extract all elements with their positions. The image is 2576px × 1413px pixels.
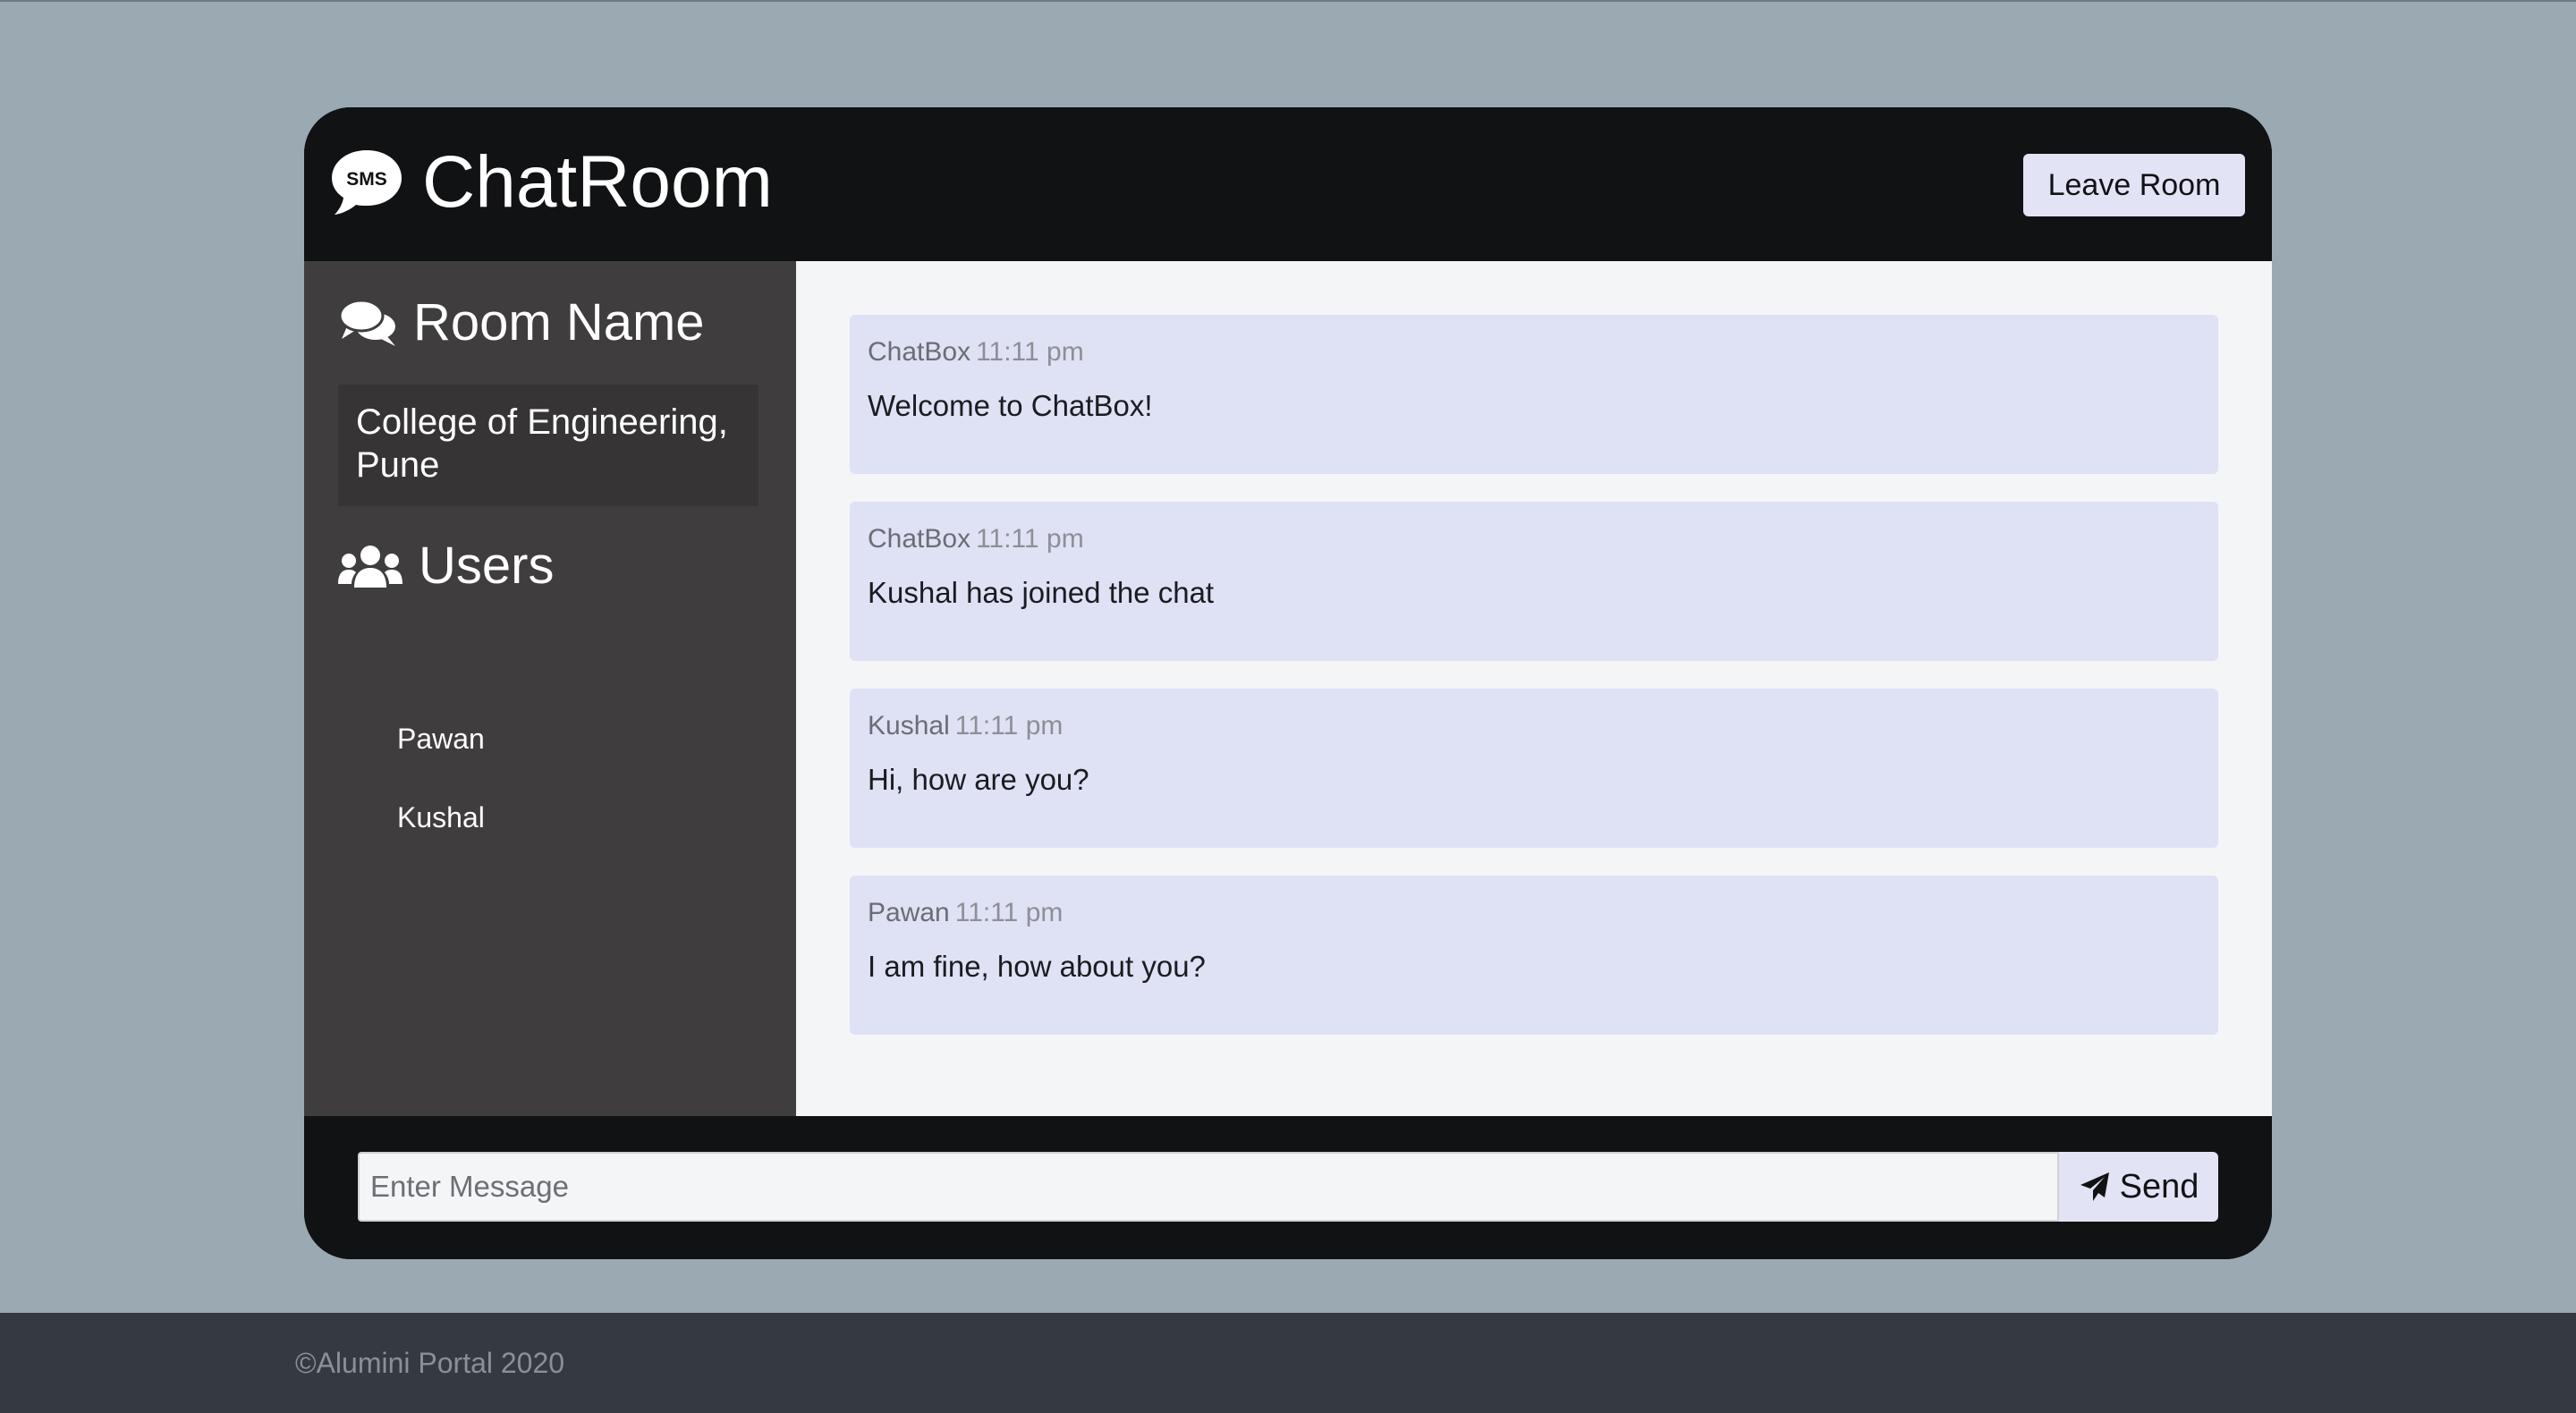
room-name-heading-label: Room Name: [413, 293, 705, 351]
message: ChatBox 11:11 pm Welcome to ChatBox!: [850, 315, 2218, 474]
message-author: Kushal: [868, 711, 950, 740]
send-button-label: Send: [2119, 1167, 2199, 1206]
paper-plane-icon: [2080, 1172, 2109, 1201]
message-form: Send: [304, 1116, 2272, 1259]
sidebar: Room Name College of Engineering, Pune U…: [304, 261, 796, 1116]
message-time: 11:11 pm: [976, 524, 1084, 554]
users-icon: [338, 546, 402, 588]
message-text: I am fine, how about you?: [868, 950, 1206, 983]
message-meta: Pawan 11:11 pm: [868, 897, 2200, 929]
message-meta: ChatBox 11:11 pm: [868, 523, 2200, 555]
message-time: 11:11 pm: [954, 711, 1063, 740]
comments-icon: [338, 299, 395, 346]
message-time: 11:11 pm: [976, 337, 1084, 367]
footer-copyright: ©Alumini Portal 2020: [295, 1347, 565, 1379]
message: Pawan 11:11 pm I am fine, how about you?: [850, 876, 2218, 1035]
message-author: ChatBox: [868, 337, 971, 367]
svg-text:SMS: SMS: [346, 169, 387, 190]
message: ChatBox 11:11 pm Kushal has joined the ch…: [850, 502, 2218, 661]
chat-header: SMS ChatRoom Leave Room: [304, 107, 2272, 261]
message-text: Welcome to ChatBox!: [868, 389, 1153, 422]
message-author: Pawan: [868, 898, 950, 927]
user-list-item: Pawan: [397, 723, 485, 755]
sms-bubble-icon: SMS: [332, 150, 402, 215]
brand: SMS ChatRoom: [329, 138, 773, 227]
message-time: 11:11 pm: [954, 898, 1063, 927]
send-button[interactable]: Send: [2059, 1152, 2218, 1222]
chat-messages[interactable]: ChatBox 11:11 pm Welcome to ChatBox! Chat…: [796, 261, 2272, 1116]
message-input[interactable]: [358, 1152, 2059, 1222]
chat-container: SMS ChatRoom Leave Room Room Name Colleg…: [304, 107, 2272, 1259]
user-list-item: Kushal: [397, 801, 485, 833]
users-heading-label: Users: [419, 537, 555, 595]
message: Kushal 11:11 pm Hi, how are you?: [850, 689, 2218, 848]
message-meta: ChatBox 11:11 pm: [868, 336, 2200, 368]
message-author: ChatBox: [868, 524, 971, 554]
room-name-value: College of Engineering, Pune: [338, 385, 758, 506]
message-text: Hi, how are you?: [868, 763, 1089, 796]
app-title: ChatRoom: [422, 141, 773, 223]
message-text: Kushal has joined the chat: [868, 576, 1215, 609]
leave-room-button[interactable]: Leave Room: [2023, 154, 2245, 216]
message-meta: Kushal 11:11 pm: [868, 710, 2200, 742]
top-border: [0, 0, 2576, 2]
room-name-heading: Room Name: [338, 297, 705, 349]
users-heading: Users: [338, 540, 554, 592]
footer: ©Alumini Portal 2020: [0, 1313, 2576, 1413]
